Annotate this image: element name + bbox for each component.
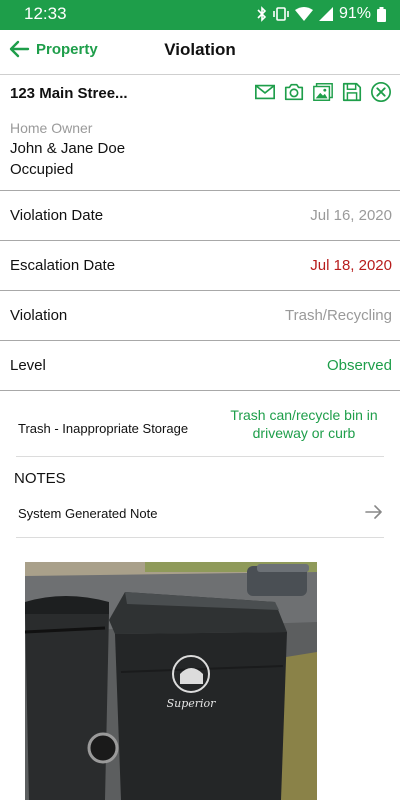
status-bar: 12:33 91% [0, 0, 400, 30]
property-address: 123 Main Stree... [10, 85, 128, 102]
violation-photo[interactable]: Superior [25, 562, 317, 800]
vibrate-icon [273, 7, 289, 21]
status-icons: 91% [257, 5, 386, 23]
bluetooth-icon [257, 6, 267, 22]
signal-icon [318, 7, 333, 21]
note-list-item[interactable]: System Generated Note [16, 491, 384, 538]
escalation-date-value: Jul 18, 2020 [310, 257, 392, 274]
level-label: Level [10, 357, 46, 374]
violation-detail-row[interactable]: Trash - Inappropriate Storage Trash can/… [16, 390, 384, 457]
violation-description: Trash can/recycle bin in driveway or cur… [230, 407, 378, 441]
violation-date-row[interactable]: Violation Date Jul 16, 2020 [0, 191, 400, 241]
image-icon[interactable] [312, 81, 334, 103]
app-bar: Property Violation [0, 30, 400, 75]
escalation-date-row[interactable]: Escalation Date Jul 18, 2020 [0, 241, 400, 291]
violation-value: Trash/Recycling [285, 307, 392, 324]
wifi-icon [294, 7, 313, 21]
violation-date-label: Violation Date [10, 207, 104, 224]
mail-icon[interactable] [254, 81, 276, 103]
owner-label: Home Owner [10, 120, 93, 136]
property-header: 123 Main Stree... Home Owner John & Jane… [0, 75, 400, 191]
camera-icon[interactable] [283, 81, 305, 103]
violation-row[interactable]: Violation Trash/Recycling [0, 291, 400, 341]
bin-logo-text: Superior [167, 697, 217, 710]
action-toolbar [254, 81, 392, 103]
save-icon[interactable] [341, 81, 363, 103]
close-circle-icon[interactable] [370, 81, 392, 103]
violation-category: Trash - Inappropriate Storage [18, 421, 189, 436]
violation-date-value: Jul 16, 2020 [310, 207, 392, 224]
violation-label: Violation [10, 307, 68, 324]
level-value: Observed [326, 357, 392, 374]
note-label: System Generated Note [18, 506, 158, 521]
notes-heading: NOTES [14, 470, 66, 487]
arrow-right-icon [365, 505, 382, 519]
battery-icon [377, 6, 386, 22]
trash-bins-image: Superior [25, 562, 317, 800]
level-row[interactable]: Level Observed [0, 341, 400, 391]
page-title: Violation [164, 40, 236, 59]
escalation-date-label: Escalation Date [10, 257, 116, 274]
status-time: 12:33 [24, 4, 67, 23]
battery-percent: 91% [338, 5, 371, 22]
owner-name: John & Jane Doe [10, 140, 126, 157]
occupancy-status: Occupied [10, 161, 74, 178]
